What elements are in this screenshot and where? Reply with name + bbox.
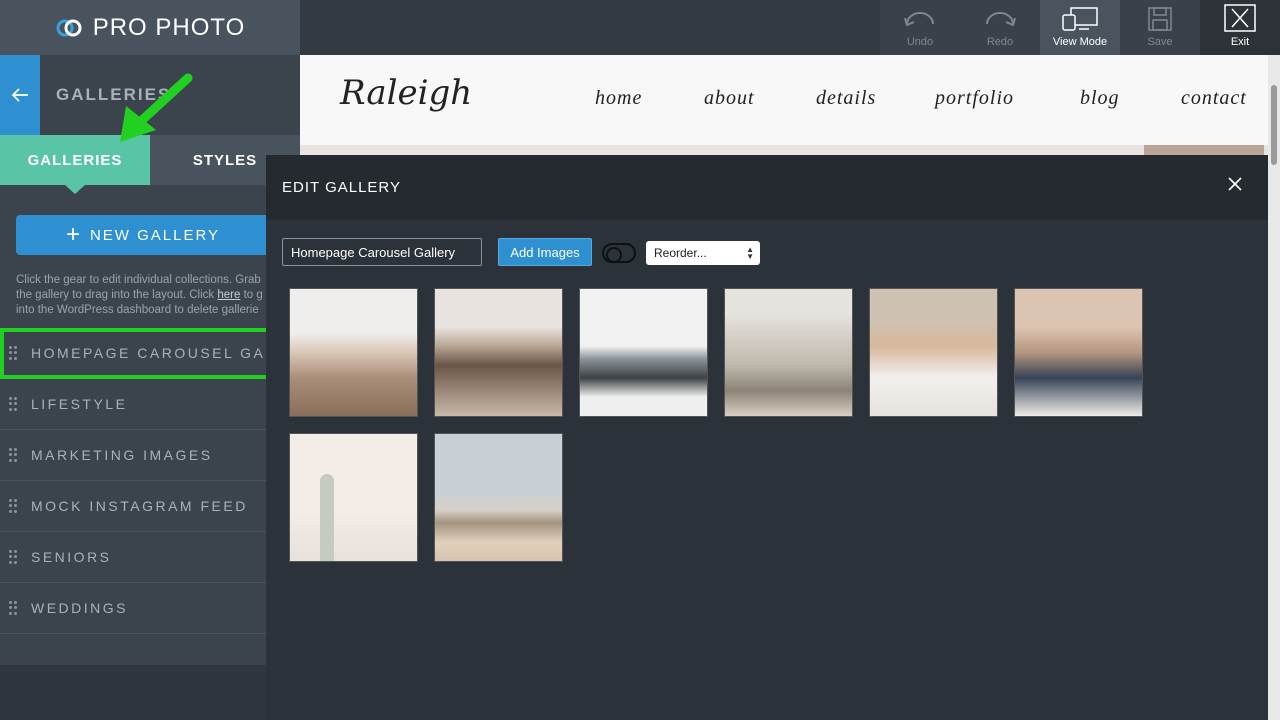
- new-gallery-button[interactable]: + NEW GALLERY: [16, 215, 270, 255]
- gallery-item[interactable]: WEDDINGS: [0, 583, 300, 634]
- site-logo[interactable]: Raleigh: [340, 73, 472, 113]
- save-button[interactable]: Save: [1120, 0, 1200, 55]
- nav-home[interactable]: home: [595, 87, 642, 110]
- cactus-shape: [320, 474, 334, 561]
- gallery-item-label: MOCK INSTAGRAM FEED: [31, 498, 248, 514]
- select-arrows-icon: ▲ ▼: [746, 245, 754, 261]
- gallery-image-thumb[interactable]: [289, 433, 418, 562]
- gallery-item[interactable]: SENIORS: [0, 532, 300, 583]
- gallery-item[interactable]: MARKETING IMAGES: [0, 430, 300, 481]
- logo-text: PRO PHOTO: [92, 13, 246, 41]
- close-icon[interactable]: [1228, 177, 1242, 191]
- devices-icon: [1062, 7, 1098, 31]
- drag-handle-icon[interactable]: [9, 550, 17, 564]
- gallery-item-label: MARKETING IMAGES: [31, 447, 213, 463]
- logo-icon: [56, 19, 82, 36]
- help-line-2: the gallery to drag into the layout. Cli…: [16, 288, 276, 303]
- view-mode-label: View Mode: [1052, 36, 1108, 48]
- redo-button[interactable]: Redo: [960, 0, 1040, 55]
- exit-button[interactable]: Exit: [1200, 0, 1280, 55]
- plus-icon: +: [65, 221, 82, 248]
- help-line-3: into the WordPress dashboard to delete g…: [16, 304, 259, 316]
- annotation-arrow-icon: [120, 73, 193, 142]
- app-logo: PRO PHOTO: [0, 0, 300, 55]
- exit-label: Exit: [1230, 36, 1250, 48]
- help-text: Click the gear to edit individual collec…: [16, 273, 276, 318]
- new-gallery-label: NEW GALLERY: [89, 226, 221, 244]
- help-line-2b: to g: [240, 289, 263, 301]
- undo-icon: [904, 12, 934, 27]
- gallery-item-label: LIFESTYLE: [31, 396, 128, 412]
- close-icon: [1224, 4, 1256, 32]
- redo-icon: [986, 12, 1016, 27]
- add-images-button[interactable]: Add Images: [498, 238, 592, 266]
- gallery-item[interactable]: MOCK INSTAGRAM FEED: [0, 481, 300, 532]
- help-line-1: Click the gear to edit individual collec…: [16, 274, 261, 286]
- nav-about[interactable]: about: [704, 87, 755, 110]
- drag-handle-icon[interactable]: [9, 499, 17, 513]
- gallery-item[interactable]: LIFESTYLE: [0, 379, 300, 430]
- nav-details[interactable]: details: [816, 87, 876, 110]
- gallery-name-input[interactable]: [282, 238, 482, 266]
- gallery-image-thumb[interactable]: [1014, 288, 1143, 417]
- gallery-image-thumb[interactable]: [434, 433, 563, 562]
- reorder-value: Reorder...: [654, 246, 707, 260]
- drag-handle-icon[interactable]: [9, 346, 17, 360]
- undo-button[interactable]: Undo: [880, 0, 960, 55]
- modal-header: EDIT GALLERY: [266, 155, 1268, 220]
- drag-handle-icon[interactable]: [9, 601, 17, 615]
- nav-portfolio[interactable]: portfolio: [935, 87, 1014, 110]
- undo-label: Undo: [906, 36, 934, 48]
- redo-label: Redo: [986, 36, 1014, 48]
- gallery-item[interactable]: HOMEPAGE CAROUSEL GA...: [0, 328, 270, 379]
- reorder-select[interactable]: Reorder... ▲ ▼: [646, 241, 760, 265]
- help-link[interactable]: here: [217, 289, 240, 301]
- top-bar: PRO PHOTO Undo Redo View Mode Save Exit: [0, 0, 1280, 55]
- modal-title: EDIT GALLERY: [282, 179, 401, 196]
- back-button[interactable]: [0, 55, 40, 135]
- save-icon: [1148, 7, 1172, 31]
- save-label: Save: [1147, 36, 1173, 48]
- gallery-item-label: SENIORS: [31, 549, 112, 565]
- gallery-image-thumb[interactable]: [579, 288, 708, 417]
- sidebar-footer: [0, 665, 300, 720]
- site-header: Raleigh home about details portfolio blo…: [300, 55, 1268, 145]
- edit-gallery-modal: EDIT GALLERY Add Images Reorder... ▲▼: [266, 155, 1268, 720]
- view-mode-button[interactable]: View Mode: [1040, 0, 1120, 55]
- drag-handle-icon[interactable]: [9, 448, 17, 462]
- gallery-image-thumb[interactable]: [724, 288, 853, 417]
- gallery-image-thumb[interactable]: [869, 288, 998, 417]
- drag-handle-icon[interactable]: [9, 397, 17, 411]
- nav-blog[interactable]: blog: [1080, 87, 1120, 110]
- scrollbar-thumb[interactable]: [1271, 85, 1277, 165]
- gallery-list: HOMEPAGE CAROUSEL GA... LIFESTYLE MARKET…: [0, 328, 300, 634]
- nav-contact[interactable]: contact: [1181, 87, 1247, 110]
- gallery-image-thumb[interactable]: [434, 288, 563, 417]
- gallery-toggle[interactable]: [602, 243, 636, 263]
- gallery-item-label: WEDDINGS: [31, 600, 128, 616]
- sidebar: GALLERIES GALLERIES STYLES + NEW GALLERY…: [0, 55, 300, 720]
- gallery-image-thumb[interactable]: [289, 288, 418, 417]
- help-line-2a: the gallery to drag into the layout. Cli…: [16, 289, 218, 301]
- arrow-left-icon: [11, 88, 28, 102]
- preview-scrollbar[interactable]: [1268, 55, 1280, 720]
- editor-toolbar: Undo Redo View Mode Save Exit: [880, 0, 1280, 55]
- gallery-item-label: HOMEPAGE CAROUSEL GA...: [31, 345, 270, 361]
